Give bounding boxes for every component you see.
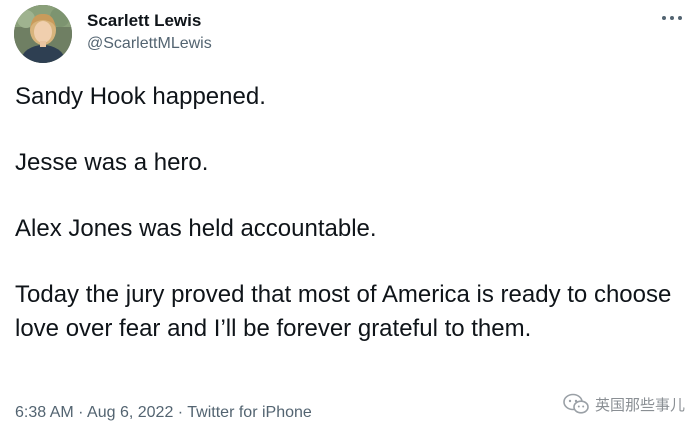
tweet-card: Scarlett Lewis @ScarlettMLewis Sandy Hoo…	[0, 0, 697, 434]
more-horizontal-icon	[662, 16, 682, 20]
user-handle[interactable]: @ScarlettMLewis	[87, 35, 212, 53]
display-name[interactable]: Scarlett Lewis	[87, 11, 201, 31]
watermark-text: 英国那些事儿	[594, 396, 685, 414]
more-options-button[interactable]	[659, 8, 685, 28]
tweet-paragraph: Sandy Hook happened.	[15, 83, 266, 110]
avatar[interactable]	[14, 5, 72, 63]
avatar-photo	[14, 5, 72, 63]
tweet-metadata: 6:38 AM · Aug 6, 2022 · Twitter for iPho…	[15, 404, 312, 422]
tweet-paragraph: Today the jury proved that most of Ameri…	[15, 281, 672, 342]
tweet-text: Sandy Hook happened. Jesse was a hero. A…	[15, 80, 687, 346]
tweet-paragraph: Jesse was a hero.	[15, 149, 209, 176]
tweet-source[interactable]: Twitter for iPhone	[187, 404, 312, 421]
meta-separator: ·	[177, 404, 188, 421]
tweet-time[interactable]: 6:38 AM	[15, 404, 74, 421]
meta-separator: ·	[78, 404, 88, 421]
tweet-date[interactable]: Aug 6, 2022	[87, 404, 173, 421]
tweet-paragraph: Alex Jones was held accountable.	[15, 215, 377, 242]
watermark: 英国那些事儿	[563, 392, 685, 416]
wechat-icon	[563, 393, 589, 414]
